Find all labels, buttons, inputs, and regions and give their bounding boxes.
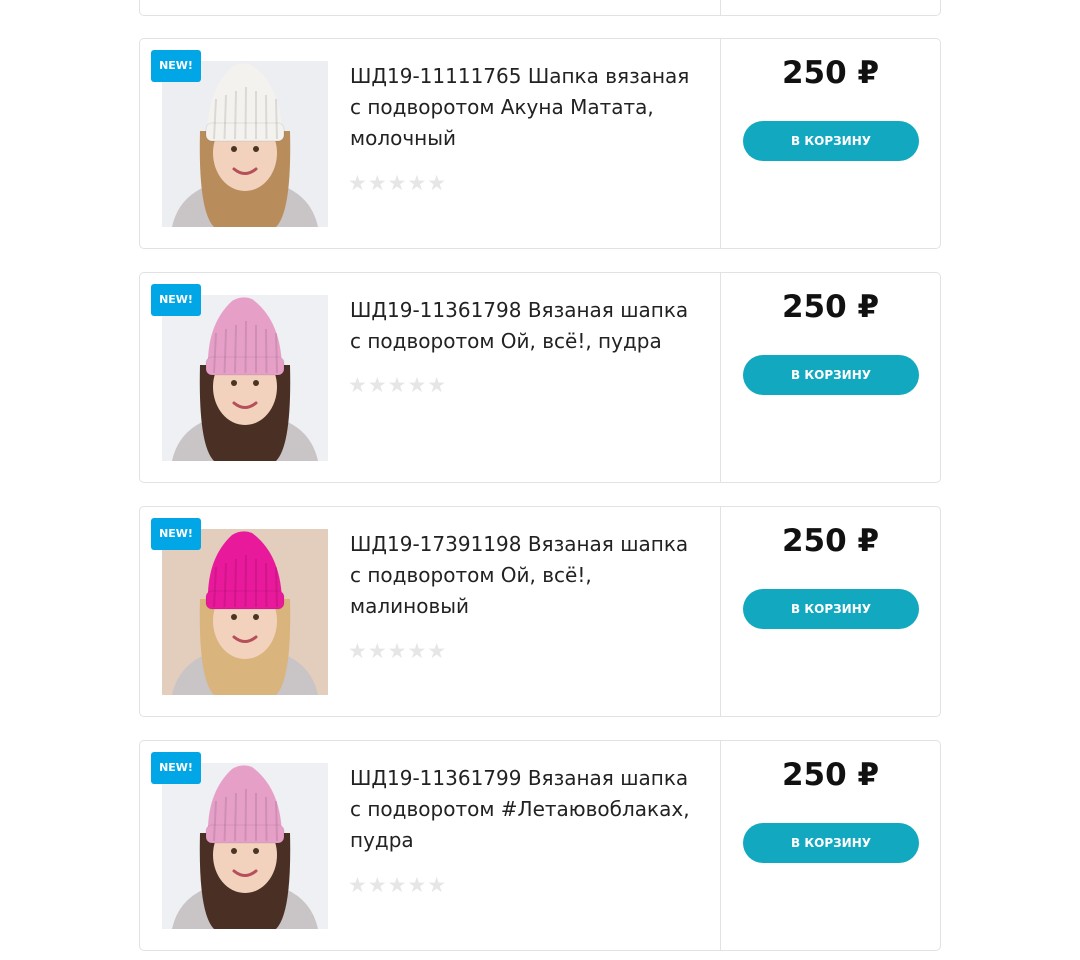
new-badge: NEW!	[151, 284, 201, 316]
eye-shape	[253, 848, 259, 854]
add-to-cart-button[interactable]: В КОРЗИНУ	[743, 589, 919, 629]
eye-shape	[231, 614, 237, 620]
add-to-cart-button[interactable]: В КОРЗИНУ	[743, 121, 919, 161]
product-price: 250 ₽	[781, 289, 880, 325]
hat-rib-line	[265, 94, 268, 140]
hat-rib-line	[275, 98, 278, 140]
eye-shape	[231, 146, 237, 152]
product-list-page: NEW! ШД19-11111765 Шапка вязаная с подво…	[0, 0, 1080, 960]
new-badge: NEW!	[151, 752, 201, 784]
product-price: 250 ₽	[781, 55, 880, 91]
add-to-cart-button[interactable]: В КОРЗИНУ	[743, 355, 919, 395]
eye-shape	[253, 380, 259, 386]
hat-rib-line	[234, 324, 237, 374]
hat-rib-line	[275, 566, 278, 608]
hat-rib-line	[265, 562, 268, 608]
product-title[interactable]: ШД19-11361798 Вязаная шапка с подворотом…	[350, 295, 705, 357]
hat-rib-line	[234, 558, 237, 608]
add-to-cart-button[interactable]: В КОРЗИНУ	[743, 823, 919, 863]
product-image[interactable]	[162, 529, 328, 695]
hat-rib-line	[244, 554, 247, 608]
product-title[interactable]: ШД19-11361799 Вязаная шапка с подворотом…	[350, 763, 705, 856]
eye-shape	[231, 848, 237, 854]
rating-stars[interactable]: ★★★★★	[348, 873, 447, 897]
hat-rib-line	[234, 792, 237, 842]
new-badge: NEW!	[151, 518, 201, 550]
eye-shape	[231, 380, 237, 386]
card-divider	[720, 0, 721, 15]
product-image[interactable]	[162, 763, 328, 929]
product-title[interactable]: ШД19-17391198 Вязаная шапка с подворотом…	[350, 529, 705, 622]
product-price: 250 ₽	[781, 757, 880, 793]
hat-rib-line	[265, 796, 268, 842]
eye-shape	[253, 614, 259, 620]
product-card: NEW! ШД19-17391198 Вязаная шапка с подво…	[139, 506, 941, 717]
hat-rib-line	[244, 320, 247, 374]
hat-rib-line	[275, 800, 278, 842]
hat-rib-line	[265, 328, 268, 374]
new-badge: NEW!	[151, 50, 201, 82]
product-title[interactable]: ШД19-11111765 Шапка вязаная с подворотом…	[350, 61, 705, 154]
rating-stars[interactable]: ★★★★★	[348, 171, 447, 195]
product-price: 250 ₽	[781, 523, 880, 559]
rating-stars[interactable]: ★★★★★	[348, 639, 447, 663]
hat-rib-line	[244, 86, 247, 140]
product-card: NEW! ШД19-11361799 Вязаная шапка с подво…	[139, 740, 941, 951]
product-card-partial	[139, 0, 941, 16]
product-image[interactable]	[162, 61, 328, 227]
hat-rib-line	[275, 332, 278, 374]
product-card: NEW! ШД19-11361798 Вязаная шапка с подво…	[139, 272, 941, 483]
product-card: NEW! ШД19-11111765 Шапка вязаная с подво…	[139, 38, 941, 249]
product-image[interactable]	[162, 295, 328, 461]
rating-stars[interactable]: ★★★★★	[348, 373, 447, 397]
eye-shape	[253, 146, 259, 152]
hat-rib-line	[244, 788, 247, 842]
hat-rib-line	[234, 90, 237, 140]
